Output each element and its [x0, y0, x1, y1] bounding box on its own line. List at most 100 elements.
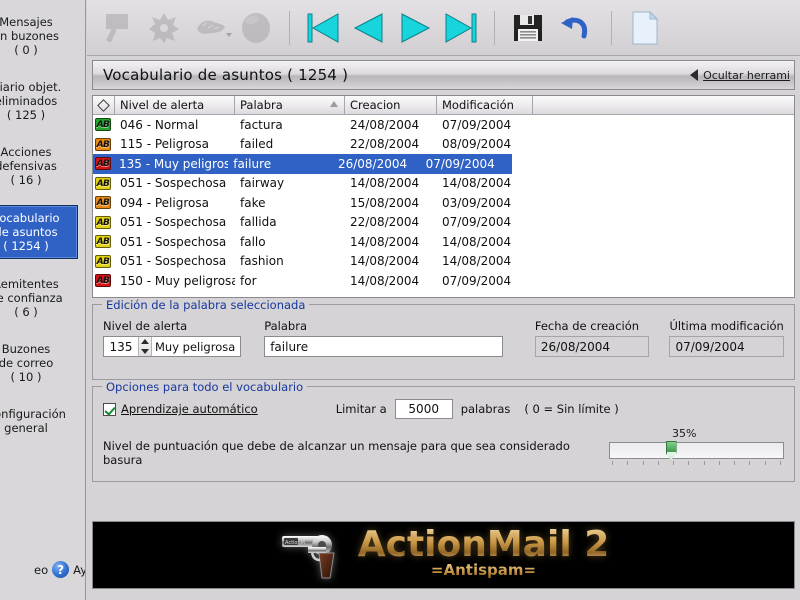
row-cell-nivel: 094 - Peligrosa: [120, 195, 209, 210]
question-mark-icon[interactable]: ?: [52, 561, 70, 578]
table-row[interactable]: AB 051 - Sospechosa fairway 14/08/2004 14/08…: [93, 174, 794, 194]
row-cell-modificacion: 08/09/2004: [442, 137, 512, 152]
new-document-icon[interactable]: [622, 5, 668, 51]
alert-level-abc-icon: AB: [95, 137, 111, 151]
row-cell-modificacion: 14/08/2004: [442, 254, 512, 269]
hide-tools-button[interactable]: Ocultar herrami: [690, 69, 790, 82]
row-cell-creacion: 14/08/2004: [350, 176, 420, 191]
word-input[interactable]: failure: [264, 336, 503, 357]
row-cell-creacion: 26/08/2004: [337, 156, 408, 171]
column-header-nivel-de-alerta[interactable]: Nivel de alerta: [115, 96, 235, 115]
last-record-icon[interactable]: [438, 5, 484, 51]
auto-learning-label[interactable]: Aprendizaje automático: [121, 402, 258, 416]
field-nivel-de-alerta: Nivel de alerta 135 Muy peligrosa: [103, 319, 246, 357]
circle-tool-icon[interactable]: [233, 5, 279, 51]
first-record-icon[interactable]: [300, 5, 346, 51]
alert-level-value[interactable]: 135: [104, 337, 138, 356]
banner-text: ActionMail 2 =Antispam=: [357, 524, 610, 580]
field-ultima-modificacion: Última modificación 07/09/2004: [669, 319, 784, 357]
spam-score-label: Nivel de puntuación que debe de alcanzar…: [103, 439, 570, 467]
previous-record-icon[interactable]: [346, 5, 392, 51]
slider-track[interactable]: [609, 440, 784, 461]
row-cell-creacion: 14/08/2004: [350, 234, 420, 249]
row-cell-palabra: failed: [240, 137, 274, 152]
row-cell-nivel: 051 - Sospechosa: [120, 176, 227, 191]
sidebar-item-configuracion-general[interactable]: Configuracióngeneral: [0, 402, 78, 440]
ultima-modificacion-label: Última modificación: [669, 319, 784, 333]
row-cell-alert-icon: AB: [93, 176, 115, 190]
column-header-palabra[interactable]: Palabra: [235, 96, 345, 115]
slider-thumb[interactable]: [665, 440, 677, 461]
sidebar-item-remitentes-de-confianza[interactable]: Remitentesde confianza( 6 ): [0, 272, 78, 324]
svg-text:ActionM: ActionM: [285, 540, 305, 546]
row-cell-creacion: 22/08/2004: [350, 137, 420, 152]
column-header-modificacion[interactable]: Modificación: [437, 96, 533, 115]
sidebar-item-mensajes-en-buzones[interactable]: Mensajesen buzones( 0 ): [0, 10, 78, 62]
chevron-down-icon[interactable]: [226, 32, 232, 37]
help-truncated-text: eo: [34, 562, 49, 577]
table-row[interactable]: AB 051 - Sospechosa fallo 14/08/2004 14/08/2…: [93, 232, 794, 252]
field-palabra: Palabra failure: [264, 319, 503, 357]
vocabulary-table[interactable]: Nivel de alerta Palabra Creacion Modific…: [92, 95, 795, 298]
stepper-arrows[interactable]: [138, 337, 152, 356]
toolbar-group-document: [622, 0, 668, 55]
row-cell-modificacion: 14/08/2004: [442, 234, 512, 249]
last-modified-value: 07/09/2004: [669, 336, 784, 357]
stepper-up-button[interactable]: [139, 337, 151, 347]
table-row[interactable]: AB 150 - Muy peligrosa for 14/08/2004 07/09/…: [93, 271, 794, 291]
word-limit-input[interactable]: 5000: [394, 399, 453, 419]
alert-level-abc-icon: AB: [95, 196, 111, 210]
column-header-creacion[interactable]: Creacion: [345, 96, 437, 115]
column-header-marker[interactable]: [93, 96, 115, 115]
spam-score-row: Nivel de puntuación que debe de alcanzar…: [103, 427, 784, 467]
burst-tool-icon[interactable]: [141, 5, 187, 51]
arrow-down-icon: [141, 348, 149, 354]
panel-title-bar: Vocabulario de asuntos ( 1254 ) Ocultar …: [92, 60, 795, 90]
table-row[interactable]: AB 135 - Muy peligrosa failure 26/08/2004 07…: [93, 154, 512, 174]
alert-level-abc-icon: AB: [95, 235, 111, 249]
row-cell-nivel: 150 - Muy peligrosa: [120, 273, 235, 288]
page-title: Vocabulario de asuntos ( 1254 ): [103, 66, 349, 84]
auto-learning-checkbox[interactable]: [103, 402, 116, 416]
stepper-down-button[interactable]: [139, 347, 151, 357]
hide-tools-label: Ocultar herrami: [703, 68, 790, 82]
sidebar-item-acciones-defensivas[interactable]: Acciones defensivas( 16 ): [0, 140, 78, 192]
alert-level-stepper[interactable]: 135 Muy peligrosa: [103, 336, 241, 357]
help-area[interactable]: eo ? Ayuda: [0, 561, 85, 578]
column-label: Palabra: [240, 98, 283, 112]
sidebar-item-vocabulario-de-asuntos[interactable]: Vocabulariode asuntos( 1254 ): [0, 205, 78, 259]
alert-level-abc-icon: AB: [95, 215, 111, 229]
row-cell-creacion: 14/08/2004: [350, 254, 420, 269]
auto-learning-checkbox-row[interactable]: Aprendizaje automático: [103, 402, 258, 416]
sidebar-item-diario-objetos-eliminados[interactable]: Diario objet.eliminados( 125 ): [0, 75, 78, 127]
nivel-de-alerta-label: Nivel de alerta: [103, 319, 188, 333]
row-cell-palabra: fashion: [240, 254, 284, 269]
undo-icon[interactable]: [551, 5, 597, 51]
row-cell-nivel: 115 - Peligrosa: [120, 137, 209, 152]
row-cell-alert-icon: AB: [93, 196, 115, 210]
next-record-icon[interactable]: [392, 5, 438, 51]
table-row[interactable]: AB 051 - Sospechosa fallida 22/08/2004 07/09…: [93, 213, 794, 233]
table-row[interactable]: AB 094 - Peligrosa fake 15/08/2004 03/09/200…: [93, 193, 794, 213]
table-row[interactable]: AB 046 - Normal factura 24/08/2004 07/09/200…: [93, 115, 794, 135]
flag-tool-icon[interactable]: [95, 5, 141, 51]
row-cell-palabra: fallida: [240, 215, 277, 230]
diamond-icon: [97, 98, 110, 112]
row-cell-creacion: 14/08/2004: [350, 273, 420, 288]
toolbar-separator: [611, 10, 612, 45]
table-row[interactable]: AB 051 - Sospechosa fashion 14/08/2004 14/08…: [93, 252, 794, 272]
row-cell-alert-icon: AB: [93, 215, 115, 229]
application-window: Mensajesen buzones( 0 ) Diario objet.eli…: [0, 0, 800, 600]
sidebar-item-buzones-de-correo[interactable]: Buzones de correo( 10 ): [0, 337, 78, 389]
toolbar-separator: [494, 10, 495, 45]
banner-title: ActionMail 2: [357, 524, 610, 565]
table-row[interactable]: AB 115 - Peligrosa failed 22/08/2004 08/09/2…: [93, 135, 794, 155]
brush-tool-icon[interactable]: [187, 5, 233, 51]
toolbar: [87, 0, 800, 56]
table-body: AB 046 - Normal factura 24/08/2004 07/09/200…: [93, 115, 794, 291]
sort-ascending-icon: [330, 101, 338, 107]
spam-score-slider[interactable]: 35%: [609, 427, 784, 465]
save-icon[interactable]: [505, 5, 551, 51]
